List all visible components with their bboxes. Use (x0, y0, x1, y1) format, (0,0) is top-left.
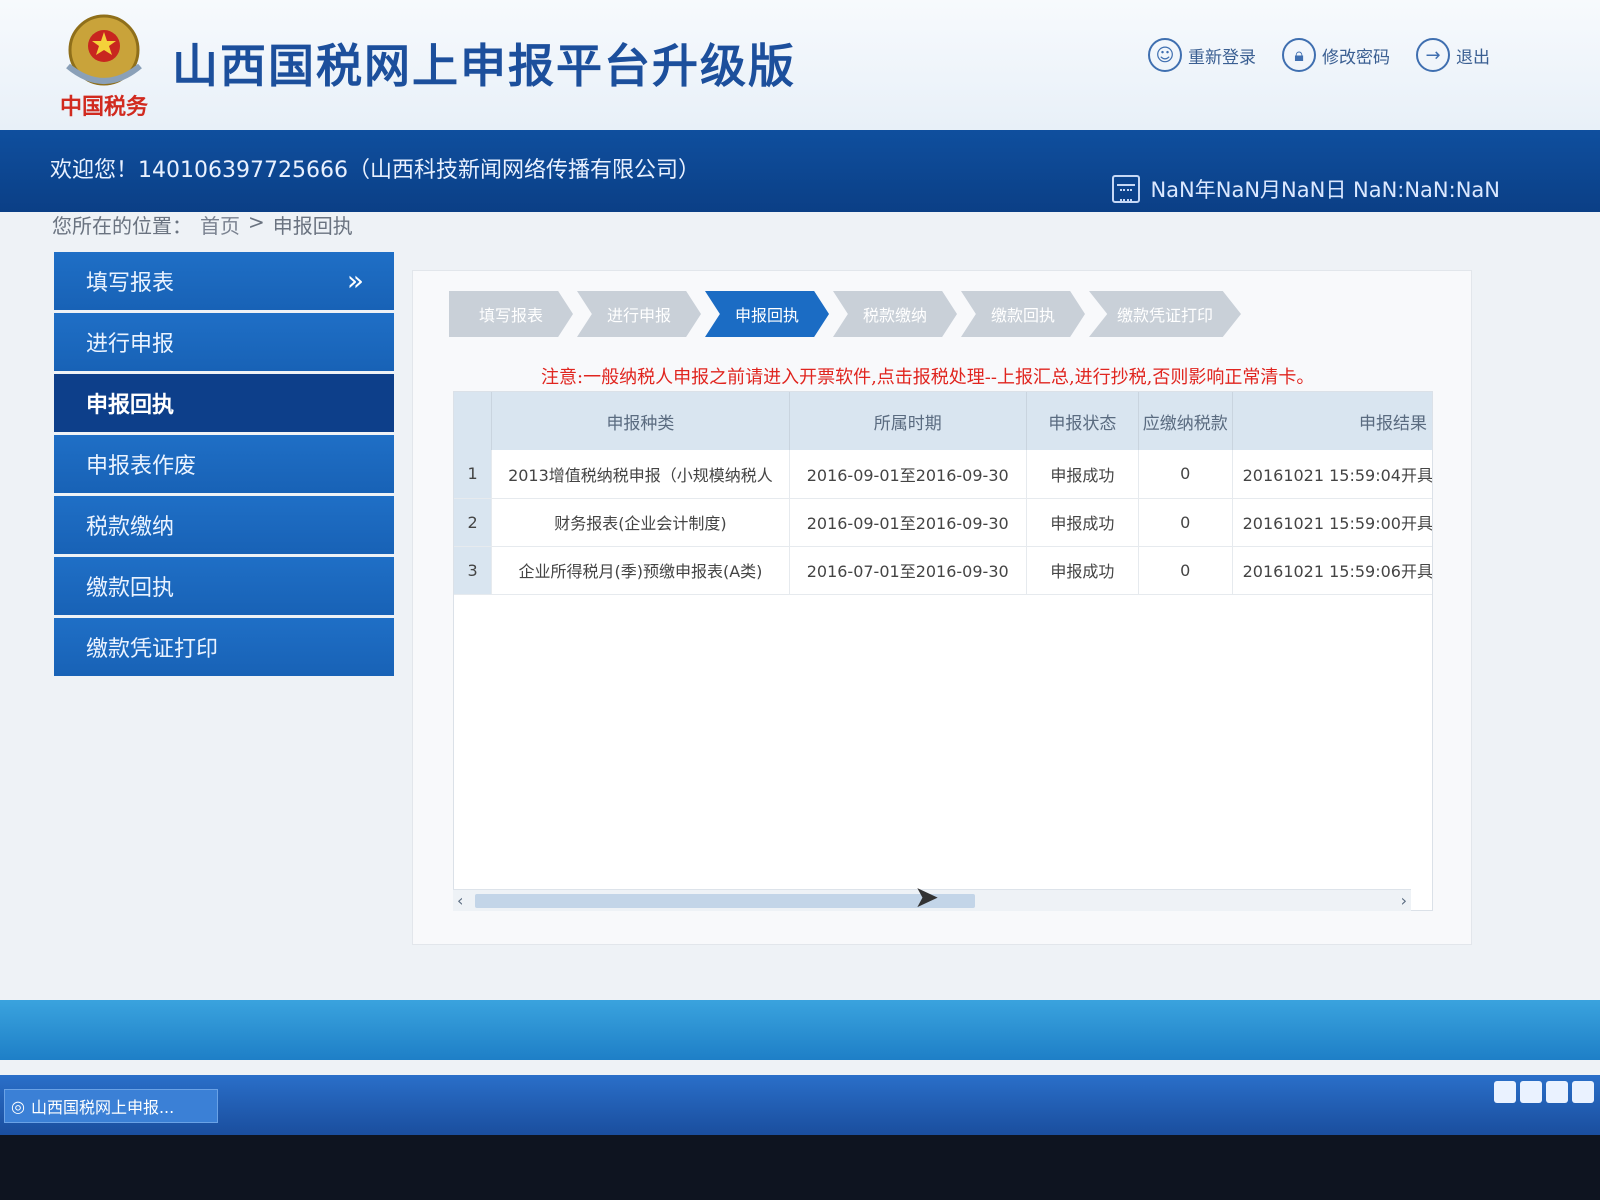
col-header-status: 申报状态 (1026, 392, 1139, 450)
tray-app-icon[interactable] (1572, 1081, 1594, 1103)
col-header-period: 所属时期 (789, 392, 1027, 450)
sidebar-item-declare[interactable]: 进行申报 (54, 313, 394, 371)
row-result: 20161021 15:59:00开具 (1232, 498, 1432, 547)
row-type: 2013增值税纳税申报（小规模纳税人 (491, 450, 790, 499)
step-fill-forms[interactable]: 填写报表 (449, 291, 573, 337)
row-status: 申报成功 (1026, 450, 1139, 499)
sidebar-item-label: 税款缴纳 (86, 515, 175, 540)
tray-shield-icon[interactable] (1546, 1081, 1568, 1103)
calendar-icon (1112, 175, 1141, 203)
sidebar-item-label: 申报回执 (86, 393, 175, 418)
notice-text: 注意:一般纳税人申报之前请进入开票软件,点击报税处理--上报汇总,进行抄税,否则… (541, 367, 1315, 388)
sidebar-item-void-declaration[interactable]: 申报表作废 (54, 435, 394, 493)
step-declare-receipt[interactable]: 申报回执 (705, 291, 829, 337)
emblem-text: 中国税务 (60, 94, 149, 120)
row-index: 2 (454, 498, 493, 547)
table-row[interactable]: 2 财务报表(企业会计制度) 2016-09-01至2016-09-30 申报成… (454, 498, 1432, 547)
change-password-button[interactable]: 🔒︎ 修改密码 (1282, 38, 1390, 72)
user-icon: ☺ (1148, 38, 1182, 72)
breadcrumb-prefix: 您所在的位置： (52, 214, 192, 238)
breadcrumb: 您所在的位置： 首页 > 申报回执 (52, 210, 353, 239)
row-period: 2016-07-01至2016-09-30 (789, 546, 1027, 595)
sidebar-item-label: 缴款凭证打印 (86, 637, 219, 662)
sidebar-item-declare-receipt[interactable]: 申报回执 (54, 374, 394, 432)
system-tray (1494, 1081, 1594, 1103)
datetime-display: NaN年NaN月NaN日 NaN:NaN:NaN (1112, 174, 1500, 204)
logout-label: 退出 (1456, 47, 1490, 68)
sidebar-item-label: 申报表作废 (86, 454, 197, 479)
scrollbar-thumb[interactable] (475, 894, 975, 908)
scroll-right-icon[interactable]: › (1401, 891, 1407, 910)
sidebar-item-label: 进行申报 (86, 332, 175, 357)
step-print-voucher[interactable]: 缴款凭证打印 (1089, 291, 1241, 337)
row-result: 20161021 15:59:06开具 (1232, 546, 1432, 595)
breadcrumb-current: 申报回执 (272, 214, 353, 238)
tray-volume-icon[interactable] (1520, 1081, 1542, 1103)
sidebar-item-label: 填写报表 (86, 271, 175, 296)
lock-icon: 🔒︎ (1282, 38, 1316, 72)
row-result: 20161021 15:59:04开具 (1232, 450, 1432, 499)
sidebar-item-payment-receipt[interactable]: 缴款回执 (54, 557, 394, 615)
page-footer-bar (0, 1000, 1600, 1060)
row-period: 2016-09-01至2016-09-30 (789, 450, 1027, 499)
welcome-bar: 欢迎您！140106397725666（山西科技新闻网络传播有限公司） NaN年… (0, 130, 1600, 212)
row-index: 1 (454, 450, 493, 499)
breadcrumb-home[interactable]: 首页 (200, 210, 240, 239)
double-chevron-right-icon: » (346, 264, 364, 297)
main-panel: 填写报表 进行申报 申报回执 税款缴纳 缴款回执 缴款凭证打印 注意:一般纳税人… (412, 270, 1472, 945)
datetime-text: NaN年NaN月NaN日 NaN:NaN:NaN (1150, 178, 1500, 202)
row-tax: 0 (1138, 546, 1233, 595)
row-tax: 0 (1138, 450, 1233, 499)
browser-icon: ◎ (11, 1096, 25, 1116)
top-actions: ☺ 重新登录 🔒︎ 修改密码 → 退出 (1148, 38, 1490, 72)
row-type: 企业所得税月(季)预缴申报表(A类) (491, 546, 790, 595)
row-index: 3 (454, 546, 493, 595)
site-title: 山西国税网上申报平台升级版 (172, 39, 796, 93)
row-type: 财务报表(企业会计制度) (491, 498, 790, 547)
logout-button[interactable]: → 退出 (1416, 38, 1490, 72)
sidebar-item-label: 缴款回执 (86, 576, 175, 601)
table-row[interactable]: 3 企业所得税月(季)预缴申报表(A类) 2016-07-01至2016-09-… (454, 546, 1432, 595)
browser-page: 中国税务 山西国税网上申报平台升级版 ☺ 重新登录 🔒︎ 修改密码 → 退出 欢… (0, 0, 1600, 1135)
relogin-label: 重新登录 (1188, 47, 1256, 68)
sidebar: 填写报表 » 进行申报 申报回执 申报表作废 税款缴纳 缴款回执 缴款凭证打印 (54, 252, 394, 679)
tray-network-icon[interactable] (1494, 1081, 1516, 1103)
sidebar-item-print-voucher[interactable]: 缴款凭证打印 (54, 618, 394, 676)
step-declare[interactable]: 进行申报 (577, 291, 701, 337)
taskbar-window-button[interactable]: ◎ 山西国税网上申报... (4, 1089, 218, 1123)
taskbar: ◎ 山西国税网上申报... (0, 1075, 1600, 1135)
table-row[interactable]: 1 2013增值税纳税申报（小规模纳税人 2016-09-01至2016-09-… (454, 450, 1432, 499)
change-password-label: 修改密码 (1322, 47, 1390, 68)
progress-steps: 填写报表 进行申报 申报回执 税款缴纳 缴款回执 缴款凭证打印 (449, 291, 1245, 337)
col-header-tax: 应缴纳税款 (1138, 392, 1233, 450)
step-payment-receipt[interactable]: 缴款回执 (961, 291, 1085, 337)
sidebar-item-fill-forms[interactable]: 填写报表 » (54, 252, 394, 310)
col-header-index (454, 392, 493, 450)
sidebar-item-tax-payment[interactable]: 税款缴纳 (54, 496, 394, 554)
scroll-left-icon[interactable]: ‹ (457, 891, 463, 910)
welcome-text: 欢迎您！140106397725666（山西科技新闻网络传播有限公司） (50, 158, 700, 183)
row-status: 申报成功 (1026, 498, 1139, 547)
relogin-button[interactable]: ☺ 重新登录 (1148, 38, 1256, 72)
row-period: 2016-09-01至2016-09-30 (789, 498, 1027, 547)
site-header: 中国税务 山西国税网上申报平台升级版 ☺ 重新登录 🔒︎ 修改密码 → 退出 (0, 0, 1600, 130)
receipt-table: 申报种类 所属时期 申报状态 应缴纳税款 申报结果 1 2013增值税纳税申报（… (453, 391, 1433, 911)
tax-emblem-icon: 中国税务 (60, 14, 149, 120)
row-status: 申报成功 (1026, 546, 1139, 595)
col-header-type: 申报种类 (491, 392, 790, 450)
breadcrumb-separator: > (248, 210, 265, 234)
row-tax: 0 (1138, 498, 1233, 547)
logout-icon: → (1416, 38, 1450, 72)
table-header-row: 申报种类 所属时期 申报状态 应缴纳税款 申报结果 (454, 392, 1432, 450)
col-header-result: 申报结果 (1232, 392, 1432, 450)
mouse-cursor-icon: ➤ (914, 880, 940, 915)
step-tax-payment[interactable]: 税款缴纳 (833, 291, 957, 337)
taskbar-window-label: 山西国税网上申报... (30, 1098, 175, 1117)
